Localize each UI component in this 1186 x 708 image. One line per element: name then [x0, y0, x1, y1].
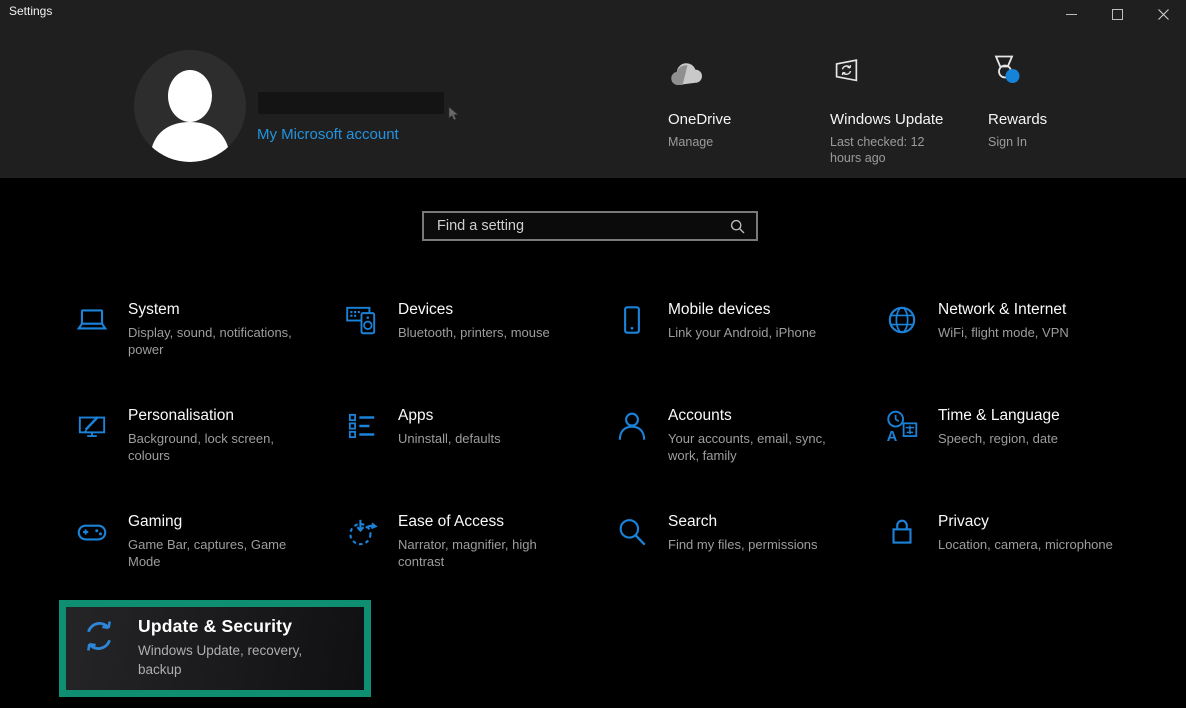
- my-microsoft-account-link[interactable]: My Microsoft account: [257, 126, 399, 143]
- tile-accounts[interactable]: Accounts Your accounts, email, sync, wor…: [600, 406, 870, 512]
- tile-devices[interactable]: Devices Bluetooth, printers, mouse: [330, 300, 600, 406]
- network-internet-icon: [884, 302, 920, 343]
- header-band: Settings: [0, 0, 1186, 178]
- tile-subtitle: Narrator, magnifier, high contrast: [398, 536, 576, 570]
- tile-title: Update & Security: [138, 614, 323, 638]
- tile-subtitle: Find my files, permissions: [668, 536, 818, 553]
- tile-subtitle: Game Bar, captures, Game Mode: [128, 536, 306, 570]
- user-name-redacted: [258, 92, 444, 114]
- tile-title: Accounts: [668, 406, 846, 426]
- onedrive-cloud-icon: [668, 53, 731, 87]
- maximize-button[interactable]: [1094, 0, 1140, 28]
- personalisation-icon: [74, 408, 110, 449]
- time-language-icon: A: [884, 408, 920, 449]
- quick-item-onedrive[interactable]: OneDrive Manage: [668, 53, 731, 150]
- mobile-devices-icon: [614, 302, 650, 343]
- maximize-icon: [1112, 9, 1123, 20]
- highlight-outline: Update & Security Windows Update, recove…: [59, 600, 371, 697]
- system-icon: [74, 302, 110, 343]
- quick-item-windows-update[interactable]: Windows Update Last checked: 12 hours ag…: [830, 53, 943, 166]
- tile-apps[interactable]: Apps Uninstall, defaults: [330, 406, 600, 512]
- tile-subtitle: Location, camera, microphone: [938, 536, 1113, 553]
- window-controls: [1048, 0, 1186, 28]
- search-category-icon: [614, 514, 650, 555]
- tile-title: Devices: [398, 300, 550, 320]
- tile-title: Mobile devices: [668, 300, 816, 320]
- windows-update-icon: [830, 53, 943, 87]
- minimize-icon: [1066, 9, 1077, 20]
- avatar[interactable]: [134, 50, 246, 162]
- tile-update-security[interactable]: Update & Security Windows Update, recove…: [66, 607, 364, 690]
- settings-window: Settings: [0, 0, 1186, 708]
- update-security-sync-icon: [80, 617, 118, 660]
- minimize-button[interactable]: [1048, 0, 1094, 28]
- accounts-icon: [614, 408, 650, 449]
- tile-subtitle: Display, sound, notifications, power: [128, 324, 306, 358]
- tile-title: Gaming: [128, 512, 306, 532]
- search-icon[interactable]: [730, 219, 756, 234]
- search-input[interactable]: [424, 218, 730, 234]
- quick-item-title: OneDrive: [668, 111, 731, 128]
- tile-time-language[interactable]: A Time & Language Speech, region, date: [870, 406, 1140, 512]
- tile-subtitle: Speech, region, date: [938, 430, 1060, 447]
- find-a-setting-search: [422, 211, 758, 241]
- tile-privacy[interactable]: Privacy Location, camera, microphone: [870, 512, 1140, 618]
- privacy-icon: [884, 514, 920, 555]
- close-icon: [1158, 9, 1169, 20]
- quick-item-rewards[interactable]: Rewards Sign In: [988, 53, 1047, 150]
- mouse-cursor-icon: [448, 106, 460, 122]
- tile-subtitle: Windows Update, recovery, backup: [138, 641, 323, 679]
- tile-subtitle: Bluetooth, printers, mouse: [398, 324, 550, 341]
- devices-icon: [344, 302, 380, 343]
- tile-title: Personalisation: [128, 406, 306, 426]
- ease-of-access-icon: [344, 514, 380, 555]
- tile-personalisation[interactable]: Personalisation Background, lock screen,…: [60, 406, 330, 512]
- tile-mobile-devices[interactable]: Mobile devices Link your Android, iPhone: [600, 300, 870, 406]
- window-title: Settings: [9, 4, 52, 18]
- tile-system[interactable]: System Display, sound, notifications, po…: [60, 300, 330, 406]
- tile-subtitle: WiFi, flight mode, VPN: [938, 324, 1069, 341]
- tile-title: Network & Internet: [938, 300, 1069, 320]
- tile-subtitle: Background, lock screen, colours: [128, 430, 306, 464]
- tile-title: Privacy: [938, 512, 1113, 532]
- rewards-medal-icon: [988, 53, 1047, 87]
- tile-subtitle: Uninstall, defaults: [398, 430, 501, 447]
- gaming-icon: [74, 514, 110, 555]
- titlebar: Settings: [0, 0, 1186, 28]
- tile-subtitle: Link your Android, iPhone: [668, 324, 816, 341]
- tile-title: Search: [668, 512, 818, 532]
- tile-title: System: [128, 300, 306, 320]
- svg-text:A: A: [887, 429, 898, 444]
- tile-title: Apps: [398, 406, 501, 426]
- quick-item-title: Rewards: [988, 111, 1047, 128]
- quick-item-title: Windows Update: [830, 111, 943, 128]
- quick-item-subtitle: Last checked: 12 hours ago: [830, 134, 934, 166]
- tile-title: Time & Language: [938, 406, 1060, 426]
- tile-subtitle: Your accounts, email, sync, work, family: [668, 430, 846, 464]
- tile-network-internet[interactable]: Network & Internet WiFi, flight mode, VP…: [870, 300, 1140, 406]
- tile-title: Ease of Access: [398, 512, 576, 532]
- quick-item-subtitle: Sign In: [988, 134, 1047, 150]
- apps-icon: [344, 408, 380, 449]
- tile-search[interactable]: Search Find my files, permissions: [600, 512, 870, 618]
- user-avatar-icon: [134, 50, 246, 162]
- close-button[interactable]: [1140, 0, 1186, 28]
- settings-category-grid: System Display, sound, notifications, po…: [60, 300, 1140, 618]
- quick-item-subtitle: Manage: [668, 134, 731, 150]
